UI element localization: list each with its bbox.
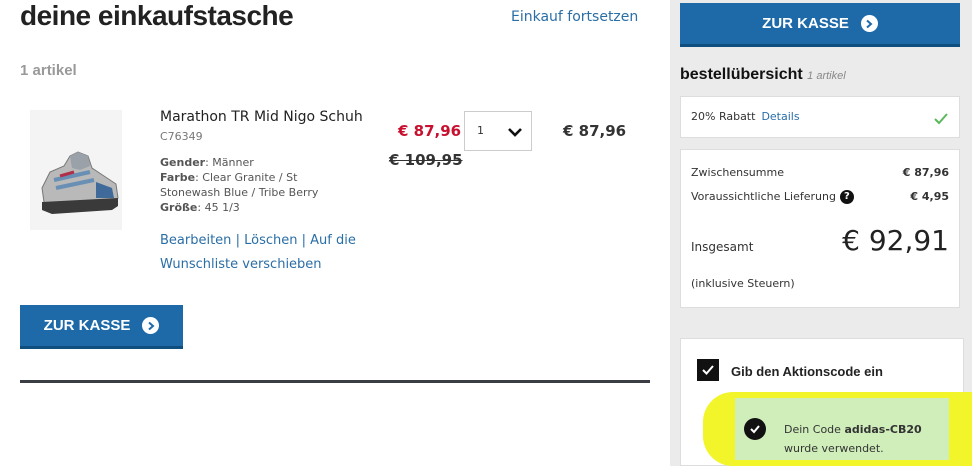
promo-success-message: Dein Code adidas-CB20 wurde verwendet.: [735, 398, 949, 460]
product-color: Farbe: Clear Granite / St Stonewash Blue…: [160, 171, 319, 199]
checkmark-icon: [934, 113, 948, 125]
quantity-value: 1: [477, 124, 484, 137]
help-icon[interactable]: ?: [839, 190, 854, 204]
gender-value: Männer: [212, 156, 254, 169]
page-title: deine einkaufstasche: [20, 0, 294, 31]
original-price: € 109,95: [389, 151, 463, 169]
separator: |: [235, 233, 240, 248]
delete-link[interactable]: Löschen: [244, 233, 297, 248]
promo-success-text: Dein Code adidas-CB20 wurde verwendet.: [784, 420, 922, 458]
summary-title-text: bestellübersicht: [680, 66, 803, 83]
discount-row: 20% Rabatt Details: [691, 110, 800, 123]
shipping-value: € 4,95: [910, 190, 949, 203]
success-prefix: Dein Code: [784, 423, 841, 436]
tax-note: (inklusive Steuern): [691, 277, 795, 290]
color-label: Farbe: [160, 171, 196, 184]
summary-title: bestellübersicht 1 artikel: [680, 66, 846, 84]
checkout-label: ZUR KASSE: [43, 317, 131, 334]
sale-price: € 87,96: [398, 122, 462, 140]
promo-code: adidas-CB20: [844, 423, 922, 436]
shipping-row: Voraussichtliche Lieferung? € 4,95: [691, 190, 949, 204]
line-total: € 87,96: [563, 122, 627, 140]
check-circle-icon: [744, 418, 766, 440]
promo-checkbox[interactable]: [697, 359, 719, 381]
continue-shopping-link[interactable]: Einkauf fortsetzen: [511, 9, 638, 25]
product-image[interactable]: [30, 110, 122, 230]
total-value: € 92,91: [842, 224, 949, 257]
size-label: Größe: [160, 201, 198, 214]
product-sku: C76349: [160, 130, 203, 143]
success-suffix: wurde verwendet.: [784, 442, 884, 455]
item-count: 1 artikel: [20, 62, 77, 79]
chevron-down-icon: [508, 128, 522, 137]
subtotal-label: Zwischensumme: [691, 166, 784, 179]
subtotal-value: € 87,96: [902, 166, 949, 179]
product-gender: Gender: Männer: [160, 156, 254, 169]
separator: |: [301, 233, 307, 248]
summary-item-count: 1 artikel: [807, 70, 846, 82]
discount-panel: 20% Rabatt Details: [680, 96, 960, 138]
totals-panel: Zwischensumme € 87,96 Voraussichtliche L…: [680, 149, 960, 308]
divider: [20, 380, 650, 383]
arrow-right-circle-icon: [860, 15, 878, 32]
product-size: Größe: 45 1/3: [160, 201, 240, 214]
checkmark-icon: [702, 365, 714, 375]
product-name[interactable]: Marathon TR Mid Nigo Schuh: [160, 109, 363, 125]
checkout-button-top[interactable]: ZUR KASSE: [680, 3, 960, 47]
promo-label[interactable]: Gib den Aktionscode ein: [731, 364, 883, 379]
checkout-label: ZUR KASSE: [762, 15, 849, 32]
quantity-select[interactable]: 1: [464, 111, 532, 151]
size-value: 45 1/3: [204, 201, 240, 214]
arrow-right-circle-icon: [142, 317, 160, 334]
sneaker-icon: [30, 110, 122, 230]
total-label: Insgesamt: [691, 240, 754, 254]
subtotal-row: Zwischensumme € 87,96: [691, 166, 949, 179]
product-actions: Bearbeiten | Löschen | Auf die Wunschlis…: [160, 229, 380, 277]
edit-link[interactable]: Bearbeiten: [160, 233, 231, 248]
discount-details-link[interactable]: Details: [761, 110, 799, 123]
checkout-button[interactable]: ZUR KASSE: [20, 305, 183, 349]
shipping-label: Voraussichtliche Lieferung: [691, 190, 836, 203]
discount-label: 20% Rabatt: [691, 110, 756, 123]
gender-label: Gender: [160, 156, 206, 169]
